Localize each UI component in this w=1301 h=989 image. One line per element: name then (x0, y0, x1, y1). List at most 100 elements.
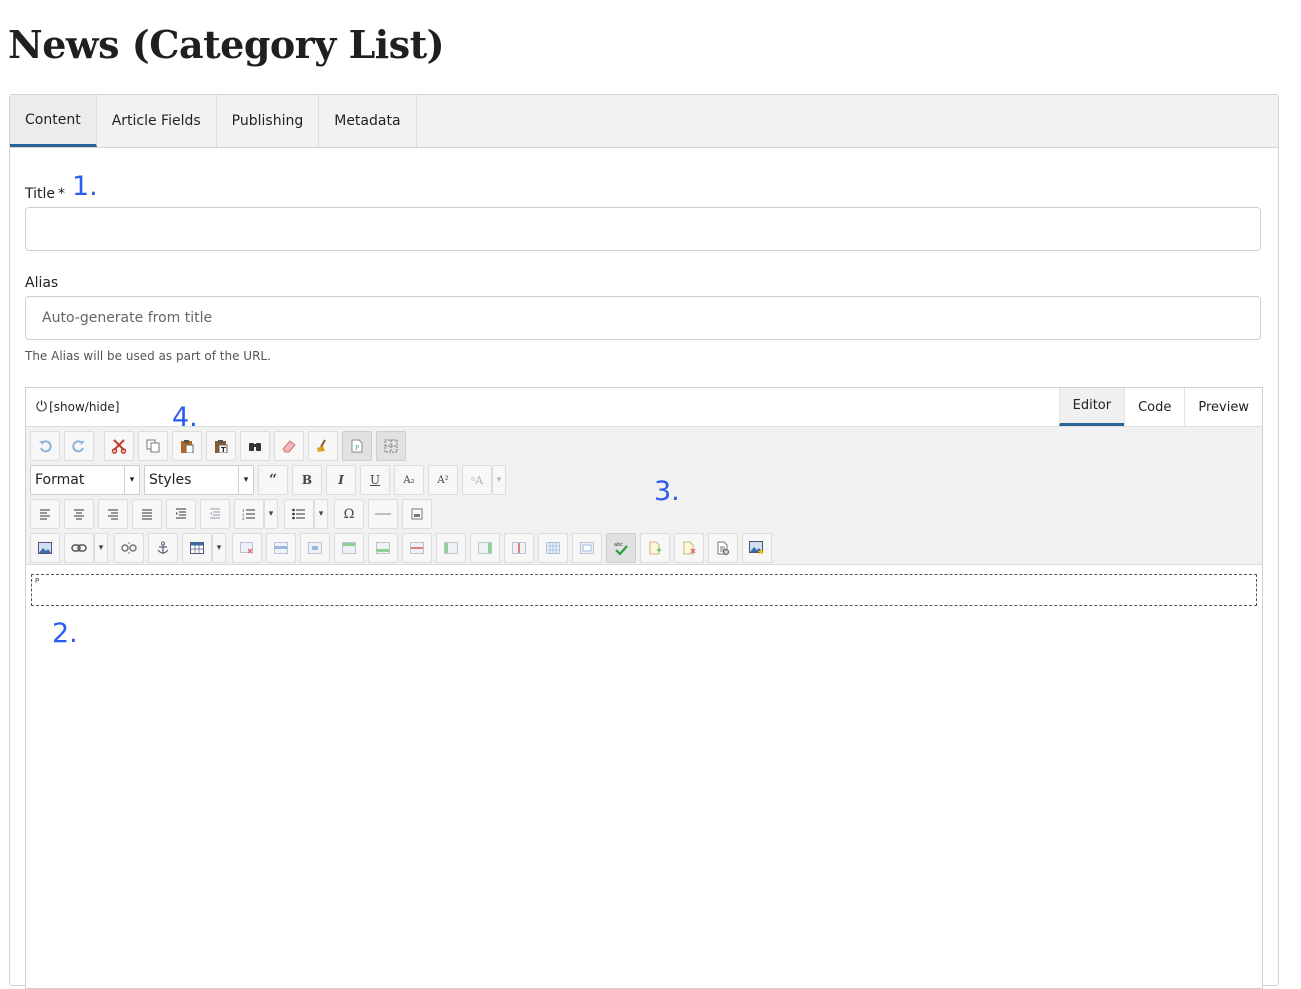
ordered-list-button[interactable]: 123 (234, 499, 264, 529)
spellcheck-icon: abc (613, 541, 629, 555)
quote-icon: “ (268, 472, 278, 488)
table-cell-props-button[interactable] (300, 533, 330, 563)
delete-row-button[interactable] (402, 533, 432, 563)
font-size-icon: ᵃA (470, 473, 484, 487)
svg-text:T: T (221, 446, 226, 453)
align-right-button[interactable] (98, 499, 128, 529)
font-size-button[interactable]: ᵃA (462, 465, 492, 495)
image-manager-button[interactable] (742, 533, 772, 563)
cleanup-button[interactable] (308, 431, 338, 461)
superscript-button[interactable]: A² (428, 465, 458, 495)
chevron-down-icon: ▾ (496, 475, 502, 485)
chevron-down-icon: ▾ (238, 466, 253, 494)
col-insert-before-icon (444, 542, 458, 554)
redo-button[interactable] (64, 431, 94, 461)
delete-col-button[interactable] (504, 533, 534, 563)
bold-icon: B (301, 473, 313, 487)
table-dropdown[interactable]: ▾ (212, 533, 226, 563)
bullet-list-button[interactable] (284, 499, 314, 529)
chevron-down-icon: ▾ (216, 543, 222, 553)
tab-article-fields[interactable]: Article Fields (97, 95, 217, 147)
svg-text:3: 3 (242, 516, 245, 520)
italic-button[interactable]: I (326, 465, 356, 495)
tab-editor[interactable]: Editor (1058, 388, 1125, 426)
title-label-text: Title (25, 186, 56, 202)
remove-format-button[interactable] (274, 431, 304, 461)
justify-button[interactable] (132, 499, 162, 529)
image-manager-icon (749, 541, 765, 555)
tab-metadata[interactable]: Metadata (319, 95, 417, 147)
row-delete-icon (410, 542, 424, 554)
insert-image-button[interactable] (30, 533, 60, 563)
annotation-3: 3. (654, 476, 680, 507)
annotation-2: 2. (52, 618, 78, 649)
font-size-dropdown[interactable]: ▾ (492, 465, 506, 495)
table-row-props-button[interactable] (266, 533, 296, 563)
align-left-button[interactable] (30, 499, 60, 529)
ordered-list-dropdown[interactable]: ▾ (264, 499, 278, 529)
indent-button[interactable] (200, 499, 230, 529)
bold-button[interactable]: B (292, 465, 322, 495)
underline-button[interactable]: U (360, 465, 390, 495)
blockquote-button[interactable]: “ (258, 465, 288, 495)
merge-cells-button[interactable] (572, 533, 602, 563)
tab-bar: Content Article Fields Publishing Metada… (10, 95, 1278, 148)
link-dropdown[interactable]: ▾ (94, 533, 108, 563)
outdent-button[interactable] (166, 499, 196, 529)
paste-text-icon: T (214, 439, 228, 453)
clipboard-icon (180, 439, 194, 453)
delete-table-button[interactable] (232, 533, 262, 563)
insert-col-before-button[interactable] (436, 533, 466, 563)
table-cell-icon (308, 542, 322, 554)
styles-select[interactable]: Styles ▾ (144, 465, 254, 495)
anchor-button[interactable] (148, 533, 178, 563)
align-justify-icon (141, 508, 153, 520)
paragraph-block[interactable]: P (31, 574, 1257, 606)
table-icon (190, 542, 204, 554)
redo-icon (72, 439, 86, 453)
delete-file-button[interactable] (674, 533, 704, 563)
insert-link-button[interactable] (64, 533, 94, 563)
page-break-button[interactable] (402, 499, 432, 529)
show-hide-toggle[interactable]: ⏻ [show/hide] (26, 399, 119, 415)
insert-row-before-button[interactable] (334, 533, 364, 563)
subscript-button[interactable]: A₂ (394, 465, 424, 495)
special-char-button[interactable]: Ω (334, 499, 364, 529)
insert-col-after-button[interactable] (470, 533, 500, 563)
broom-icon (315, 439, 331, 453)
tab-publishing[interactable]: Publishing (217, 95, 320, 147)
find-button[interactable] (240, 431, 270, 461)
align-right-icon (107, 508, 119, 520)
paste-text-button[interactable]: T (206, 431, 236, 461)
split-cells-button[interactable] (538, 533, 568, 563)
visual-aid-button[interactable] (376, 431, 406, 461)
outdent-icon (175, 508, 187, 520)
unlink-button[interactable] (114, 533, 144, 563)
spellcheck-button[interactable]: abc (606, 533, 636, 563)
tab-content[interactable]: Content (10, 95, 97, 147)
table-row-icon (274, 542, 288, 554)
cut-button[interactable] (104, 431, 134, 461)
table-button[interactable] (182, 533, 212, 563)
undo-button[interactable] (30, 431, 60, 461)
power-icon: ⏻ (36, 399, 48, 415)
grid-dashed-icon (384, 439, 398, 453)
align-center-button[interactable] (64, 499, 94, 529)
insert-row-after-button[interactable] (368, 533, 398, 563)
template-button[interactable] (708, 533, 738, 563)
tab-preview[interactable]: Preview (1184, 388, 1262, 426)
format-select[interactable]: Format ▾ (30, 465, 140, 495)
insert-file-button[interactable] (640, 533, 670, 563)
paste-button[interactable] (172, 431, 202, 461)
alias-input[interactable] (25, 296, 1261, 340)
row-insert-after-icon (376, 542, 390, 554)
edit-panel: Content Article Fields Publishing Metada… (9, 94, 1279, 989)
bullet-list-dropdown[interactable]: ▾ (314, 499, 328, 529)
copy-button[interactable] (138, 431, 168, 461)
tab-code[interactable]: Code (1124, 388, 1184, 426)
title-input[interactable] (25, 207, 1261, 251)
visual-chars-button[interactable]: P (342, 431, 372, 461)
annotation-1: 1. (72, 171, 98, 202)
page-break-icon (411, 508, 423, 520)
horizontal-rule-button[interactable] (368, 499, 398, 529)
